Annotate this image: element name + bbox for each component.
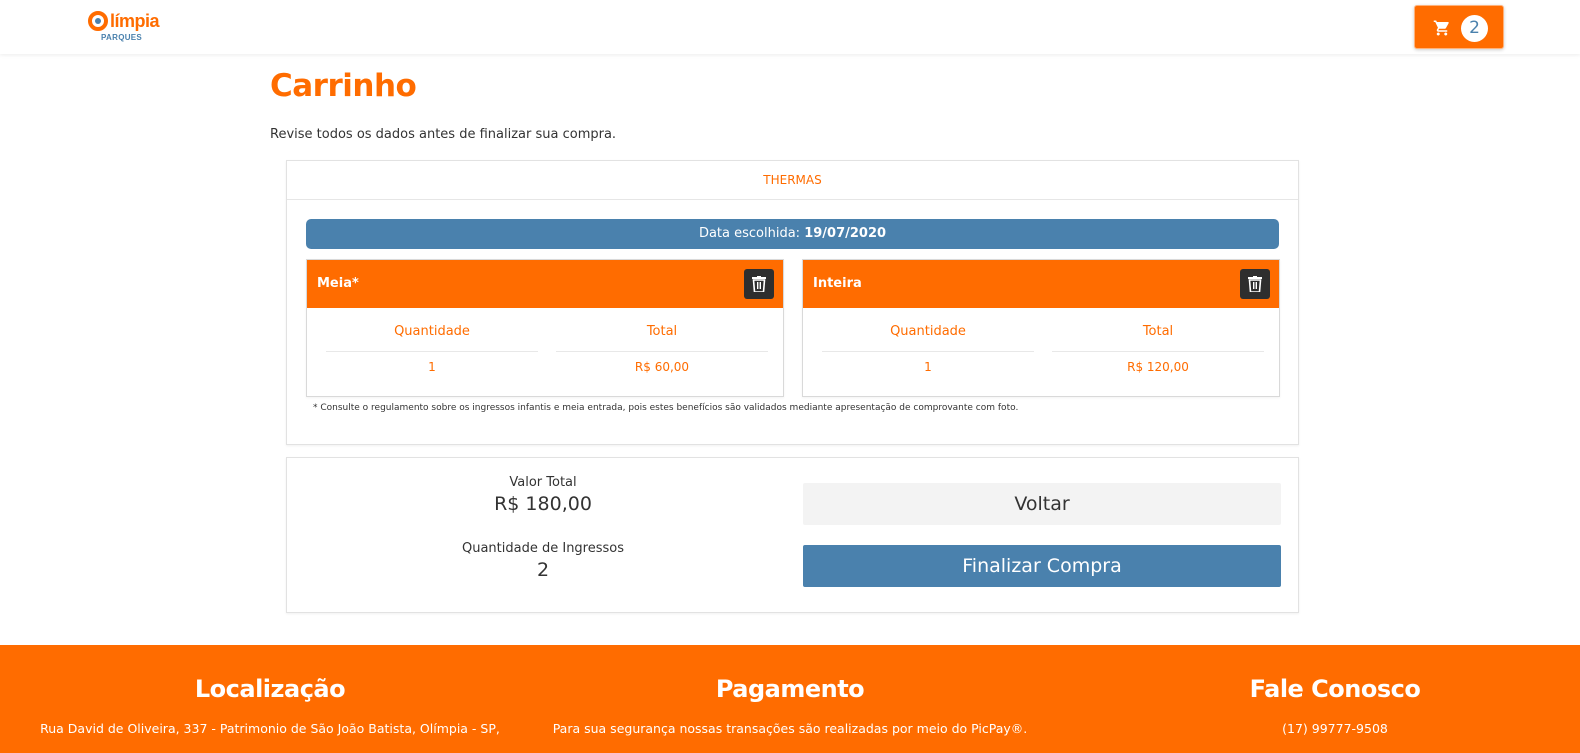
total-value: R$ 120,00 [1127, 360, 1189, 374]
site-logo[interactable]: límpia PARQUES [88, 10, 168, 44]
date-label: Data escolhida: [698, 226, 801, 241]
footer-contact-title: Fale Conosco [1249, 675, 1421, 703]
quantity-header: Quantidade [326, 320, 538, 352]
footer-payment-title: Pagamento [715, 675, 865, 703]
total-header: Total [1052, 320, 1264, 352]
park-name: THERMAS [287, 161, 1298, 200]
ticket-name: Meia* [317, 276, 359, 291]
quantity-column: Quantidade 1 [822, 320, 1034, 374]
remove-ticket-button[interactable] [744, 269, 774, 299]
date-value: 19/07/2020 [804, 226, 887, 241]
order-summary-card: Valor Total R$ 180,00 Quantidade de Ingr… [286, 457, 1299, 613]
footer-payment-text: Para sua segurança nossas transações são… [552, 721, 1028, 736]
quantity-value: 1 [428, 360, 436, 374]
remove-ticket-button[interactable] [1240, 269, 1270, 299]
ticket-header: Meia* [307, 260, 783, 308]
total-amount: R$ 180,00 [494, 493, 592, 515]
ticket-card-meia: Meia* Quantidade 1 Total R$ 60,00 [306, 259, 784, 397]
ticket-card-inteira: Inteira Quantidade 1 Total R$ 120,00 [802, 259, 1280, 397]
total-value: R$ 60,00 [634, 360, 690, 374]
ticket-quantity-block: Quantidade de Ingressos 2 [287, 541, 799, 581]
quantity-column: Quantidade 1 [326, 320, 538, 374]
footer-location: Localização Rua David de Oliveira, 337 -… [20, 675, 520, 736]
logo-wordmark: límpia [110, 11, 160, 31]
logo-ring-icon [88, 11, 108, 31]
footer-location-address: Rua David de Oliveira, 337 - Patrimonio … [40, 721, 500, 736]
top-navbar: límpia PARQUES 2 [0, 0, 1580, 54]
quantity-amount: 2 [536, 559, 550, 581]
site-footer: Localização Rua David de Oliveira, 337 -… [0, 645, 1580, 753]
footer-contact: Fale Conosco (17) 99777-9508 [1170, 675, 1500, 736]
total-value-block: Valor Total R$ 180,00 [287, 475, 799, 515]
ticket-footnote: * Consulte o regulamento sobre os ingres… [313, 403, 1019, 413]
total-label: Valor Total [509, 475, 577, 490]
quantity-label: Quantidade de Ingressos [461, 541, 625, 556]
cart-count-badge: 2 [1461, 15, 1488, 42]
total-column: Total R$ 120,00 [1052, 320, 1264, 374]
cart-button[interactable]: 2 [1414, 5, 1504, 49]
total-column: Total R$ 60,00 [556, 320, 768, 374]
total-header: Total [556, 320, 768, 352]
quantity-value: 1 [924, 360, 932, 374]
cart-icon [1433, 20, 1449, 36]
selected-date-bar: Data escolhida: 19/07/2020 [306, 219, 1279, 249]
finish-purchase-button[interactable]: Finalizar Compra [803, 545, 1281, 587]
trash-icon [752, 276, 766, 292]
logo-subtitle: PARQUES [101, 33, 143, 42]
ticket-header: Inteira [803, 260, 1279, 308]
quantity-header: Quantidade [822, 320, 1034, 352]
back-button[interactable]: Voltar [803, 483, 1281, 525]
park-cart-card: THERMAS Data escolhida: 19/07/2020 Meia*… [286, 160, 1299, 445]
trash-icon [1248, 276, 1262, 292]
footer-payment: Pagamento Para sua segurança nossas tran… [540, 675, 1040, 736]
ticket-name: Inteira [813, 276, 862, 291]
footer-location-title: Localização [194, 675, 346, 703]
page-subtitle: Revise todos os dados antes de finalizar… [270, 127, 617, 142]
page-title: Carrinho [270, 68, 417, 104]
footer-contact-phone[interactable]: (17) 99777-9508 [1170, 721, 1500, 736]
